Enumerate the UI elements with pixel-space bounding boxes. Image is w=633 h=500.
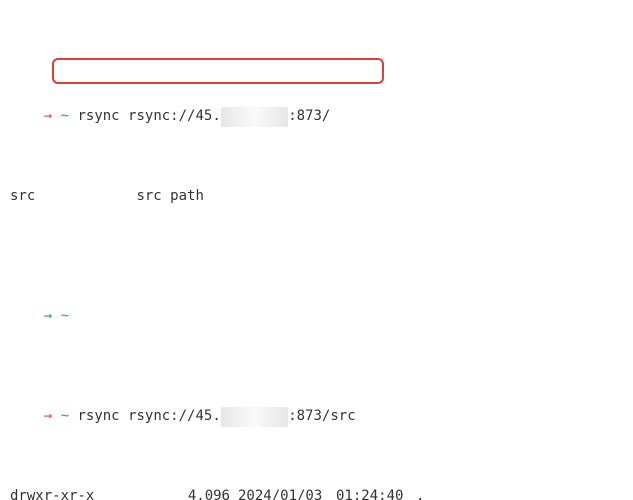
prompt-arrow-icon: → [44, 308, 52, 324]
prompt-line-3: → ~ rsync rsync://45.xxxxxxxx:873/src [10, 386, 623, 406]
file-permissions: drwxr-xr-x [10, 486, 100, 500]
prompt-arrow-icon: → [44, 108, 52, 124]
prompt-cwd: ~ [61, 108, 69, 124]
module-name: src [10, 188, 35, 204]
prompt-line-2: → ~ [10, 286, 623, 306]
module-desc: src path [136, 188, 203, 204]
file-size: 4,096 [100, 486, 230, 500]
file-date: 2024/01/03 [238, 486, 328, 500]
command-text: rsync rsync://45.xxxxxxxx:873/ [77, 108, 330, 124]
rsync-module-line: src src path [10, 186, 623, 206]
file-name: . [416, 486, 424, 500]
highlight-annotation [52, 58, 384, 84]
redacted-ip: xxxxxxxx [221, 407, 288, 427]
prompt-cwd: ~ [61, 408, 69, 424]
prompt-line-1: → ~ rsync rsync://45.xxxxxxxx:873/ [10, 86, 623, 106]
directory-listing: drwxr-xr-x4,096 2024/01/03 01:24:40 .-rw… [10, 486, 623, 500]
prompt-cwd: ~ [61, 308, 69, 324]
command-text: rsync rsync://45.xxxxxxxx:873/src [77, 408, 355, 424]
listing-row: drwxr-xr-x4,096 2024/01/03 01:24:40 . [10, 486, 623, 500]
redacted-ip: xxxxxxxx [221, 107, 288, 127]
file-time: 01:24:40 [336, 486, 408, 500]
prompt-arrow-icon: → [44, 408, 52, 424]
terminal[interactable]: → ~ rsync rsync://45.xxxxxxxx:873/ src s… [0, 0, 633, 500]
